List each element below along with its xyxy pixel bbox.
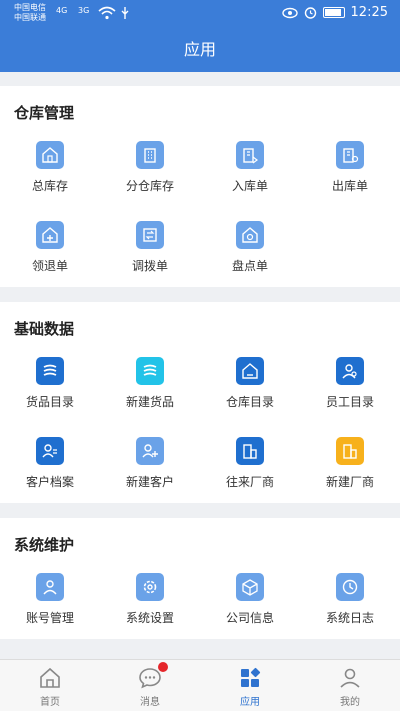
grid-item-label: 系统设置 (125, 611, 174, 625)
warehouse-list-icon (236, 357, 264, 385)
signal-2-label: 3G (78, 6, 90, 15)
carrier-info: 中国电信 中国联通 (14, 3, 46, 23)
inbound-icon (236, 141, 264, 169)
tab-messages[interactable]: 消息 (100, 660, 200, 711)
grid-item-warehouse-list[interactable]: 仓库目录 (200, 357, 300, 417)
grid-item-inventory-check[interactable]: 盘点单 (200, 221, 300, 281)
grid-item-customer-file[interactable]: 客户档案 (0, 437, 100, 497)
grid-item-outbound[interactable]: 出库单 (300, 141, 400, 201)
section-title: 基础数据 (14, 320, 75, 338)
grid-item-label: 入库单 (231, 179, 268, 193)
grid-item-label: 新建厂商 (325, 475, 374, 489)
status-time: 12:25 (350, 5, 388, 20)
carrier-1: 中国电信 (14, 3, 46, 12)
status-bar: 中国电信 中国联通 4G 3G 12:25 (0, 0, 400, 28)
grid-item-system-log[interactable]: 系统日志 (300, 573, 400, 633)
account-icon (36, 573, 64, 601)
signal-1-label: 4G (56, 6, 68, 15)
usb-icon (121, 7, 129, 19)
grid-item-label: 员工目录 (325, 395, 374, 409)
grid-item-branch-stock[interactable]: 分仓库存 (100, 141, 200, 201)
building-icon (136, 141, 164, 169)
add-customer-icon (136, 437, 164, 465)
grid-item-label: 往来厂商 (225, 475, 274, 489)
section-title: 系统维护 (14, 536, 75, 554)
tab-profile[interactable]: 我的 (300, 660, 400, 711)
carrier-2: 中国联通 (14, 13, 46, 22)
bottom-tab-bar: 首页 消息 应用 我的 (0, 659, 400, 711)
eye-icon (281, 7, 298, 18)
grid-item-label: 分仓库存 (125, 179, 174, 193)
tab-apps[interactable]: 应用 (200, 660, 300, 711)
staff-icon (336, 357, 364, 385)
section-basic-data: 基础数据 货品目录 新建货品 仓库目录 员工目录 客户档案 新建客户 往来厂商 … (0, 302, 400, 503)
home-icon (38, 666, 62, 690)
section-system: 系统维护 账号管理 系统设置 公司信息 系统日志 (0, 518, 400, 639)
section-title: 仓库管理 (14, 104, 75, 122)
grid-item-label: 客户档案 (25, 475, 74, 489)
message-icon (138, 662, 168, 690)
new-goods-icon (136, 357, 164, 385)
grid-item-label: 调拨单 (131, 259, 168, 273)
inventory-check-icon (236, 221, 264, 249)
goods-list-icon (36, 357, 64, 385)
battery-icon (322, 7, 345, 18)
outbound-icon (336, 141, 364, 169)
tab-home[interactable]: 首页 (0, 660, 100, 711)
grid-item-total-stock[interactable]: 总库存 (0, 141, 100, 201)
wifi-icon (98, 6, 116, 20)
grid-item-company[interactable]: 公司信息 (200, 573, 300, 633)
settings-icon (136, 573, 164, 601)
transfer-icon (136, 221, 164, 249)
new-vendor-icon (336, 437, 364, 465)
grid-item-account[interactable]: 账号管理 (0, 573, 100, 633)
grid-item-vendor[interactable]: 往来厂商 (200, 437, 300, 497)
section-warehouse: 仓库管理 总库存 分仓库存 入库单 出库单 领退单 调拨单 盘点单 (0, 86, 400, 287)
grid-item-staff[interactable]: 员工目录 (300, 357, 400, 417)
apps-icon (238, 666, 262, 690)
grid-item-label: 货品目录 (25, 395, 74, 409)
grid-item-label: 账号管理 (25, 611, 74, 625)
grid-item-new-vendor[interactable]: 新建厂商 (300, 437, 400, 497)
grid-item-add-customer[interactable]: 新建客户 (100, 437, 200, 497)
company-icon (236, 573, 264, 601)
grid-item-settings[interactable]: 系统设置 (100, 573, 200, 633)
grid-item-label: 出库单 (331, 179, 368, 193)
grid-item-new-goods[interactable]: 新建货品 (100, 357, 200, 417)
customer-file-icon (36, 437, 64, 465)
grid-item-label: 仓库目录 (225, 395, 274, 409)
grid-item-label: 新建货品 (125, 395, 174, 409)
grid-item-return[interactable]: 领退单 (0, 221, 100, 281)
grid-item-label: 公司信息 (225, 611, 274, 625)
grid-item-label: 领退单 (31, 259, 68, 273)
grid-item-label: 新建客户 (125, 475, 174, 489)
grid-item-goods-list[interactable]: 货品目录 (0, 357, 100, 417)
return-icon (36, 221, 64, 249)
tab-label: 消息 (140, 697, 160, 708)
alarm-icon (304, 7, 316, 19)
grid-item-label: 盘点单 (231, 259, 268, 273)
grid-item-label: 总库存 (31, 179, 68, 193)
profile-icon (338, 666, 362, 690)
grid-item-label: 系统日志 (325, 611, 374, 625)
tab-label: 我的 (340, 697, 360, 708)
unread-badge (158, 662, 168, 672)
vendor-icon (236, 437, 264, 465)
tab-label: 首页 (40, 697, 60, 708)
tab-label: 应用 (240, 697, 260, 708)
grid-item-transfer[interactable]: 调拨单 (100, 221, 200, 281)
log-clock-icon (336, 573, 364, 601)
grid-item-inbound[interactable]: 入库单 (200, 141, 300, 201)
page-title: 应用 (0, 28, 400, 72)
warehouse-icon (36, 141, 64, 169)
